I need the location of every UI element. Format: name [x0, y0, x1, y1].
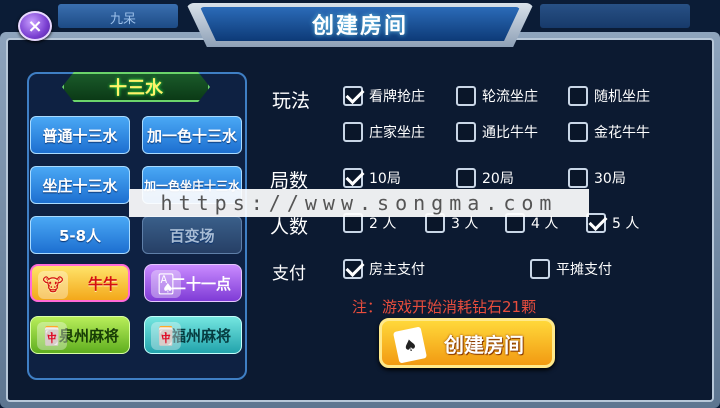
checkbox[interactable]: [568, 122, 588, 142]
option-label: 看牌抢庄: [369, 89, 425, 105]
mode-button-5-8-players[interactable]: 5-8人: [30, 216, 130, 254]
dialog-title: 创建房间: [311, 14, 408, 39]
checkbox[interactable]: [530, 259, 550, 279]
option-label: 20局: [482, 171, 514, 187]
option-label: 轮流坐庄: [482, 89, 538, 105]
option-label: 5 人: [612, 216, 640, 232]
checkbox[interactable]: [456, 86, 476, 106]
option-label: 金花牛牛: [594, 125, 650, 141]
cow-icon: 🐮: [38, 271, 68, 299]
payment-label: 支付: [272, 264, 306, 284]
option-rotate-banker[interactable]: 轮流坐庄: [456, 86, 538, 106]
checkbox[interactable]: [343, 86, 363, 106]
option-rounds-10[interactable]: 10局: [343, 168, 401, 188]
option-host-pays[interactable]: 房主支付: [343, 259, 425, 279]
game-button-blackjack[interactable]: 🂡 二十一点: [144, 264, 242, 302]
game-label: 牛牛: [87, 274, 118, 293]
checkbox[interactable]: [456, 168, 476, 188]
game-label: 泉州麻将: [58, 326, 119, 345]
game-button-niuniu[interactable]: 🐮 牛牛: [30, 264, 130, 302]
option-jinhua-niuniu[interactable]: 金花牛牛: [568, 122, 650, 142]
checkbox[interactable]: [343, 259, 363, 279]
play-mode-label: 玩法: [272, 90, 311, 112]
game-button-fuzhou-mahjong[interactable]: 🀄 福州麻将: [144, 316, 242, 354]
mode-button-wildcard[interactable]: 百变场: [142, 216, 242, 254]
title-bar: 创建房间: [200, 7, 520, 41]
close-icon: ×: [27, 15, 43, 37]
checkbox[interactable]: [343, 168, 363, 188]
create-room-label: 创建房间: [444, 332, 524, 357]
option-label: 30局: [594, 171, 626, 187]
checkbox[interactable]: [343, 122, 363, 142]
option-rounds-30[interactable]: 30局: [568, 168, 626, 188]
category-title: 十三水: [109, 78, 163, 99]
category-header: 十三水: [62, 72, 210, 102]
cards-icon: 🂡: [151, 270, 181, 298]
spade-card-icon: ♠: [392, 326, 428, 364]
option-label: 10局: [369, 171, 401, 187]
checkbox[interactable]: [456, 122, 476, 142]
close-button[interactable]: ×: [18, 11, 52, 41]
option-random-banker[interactable]: 随机坐庄: [568, 86, 650, 106]
mahjong-icon: 🀄: [151, 322, 181, 350]
mode-button-plus-color[interactable]: 加一色十三水: [142, 116, 242, 154]
diamond-cost-note: 注：游戏开始消耗钻石21颗: [352, 298, 537, 316]
mode-button-banker[interactable]: 坐庄十三水: [30, 166, 130, 204]
mahjong-icon: 🀄: [37, 322, 67, 350]
option-label: 通比牛牛: [482, 125, 538, 141]
option-label: 房主支付: [369, 262, 425, 278]
option-players-5[interactable]: 5 人: [586, 213, 639, 233]
option-split-pay[interactable]: 平摊支付: [530, 259, 612, 279]
checkbox[interactable]: [586, 213, 606, 233]
option-label: 随机坐庄: [594, 89, 650, 105]
background-banner-text: 九呆: [110, 12, 137, 27]
create-room-button[interactable]: ♠ 创建房间: [379, 318, 555, 368]
option-fixed-banker[interactable]: 庄家坐庄: [343, 122, 425, 142]
option-tongbi-niuniu[interactable]: 通比牛牛: [456, 122, 538, 142]
option-label: 平摊支付: [556, 262, 612, 278]
option-look-rob-banker[interactable]: 看牌抢庄: [343, 86, 425, 106]
mode-button-normal[interactable]: 普通十三水: [30, 116, 130, 154]
game-button-quanzhou-mahjong[interactable]: 🀄 泉州麻将: [30, 316, 130, 354]
option-label: 庄家坐庄: [369, 125, 425, 141]
checkbox[interactable]: [568, 168, 588, 188]
watermark: https://www.songma.com: [129, 189, 589, 217]
background-banner-right: [540, 4, 690, 28]
checkbox[interactable]: [568, 86, 588, 106]
option-rounds-20[interactable]: 20局: [456, 168, 514, 188]
